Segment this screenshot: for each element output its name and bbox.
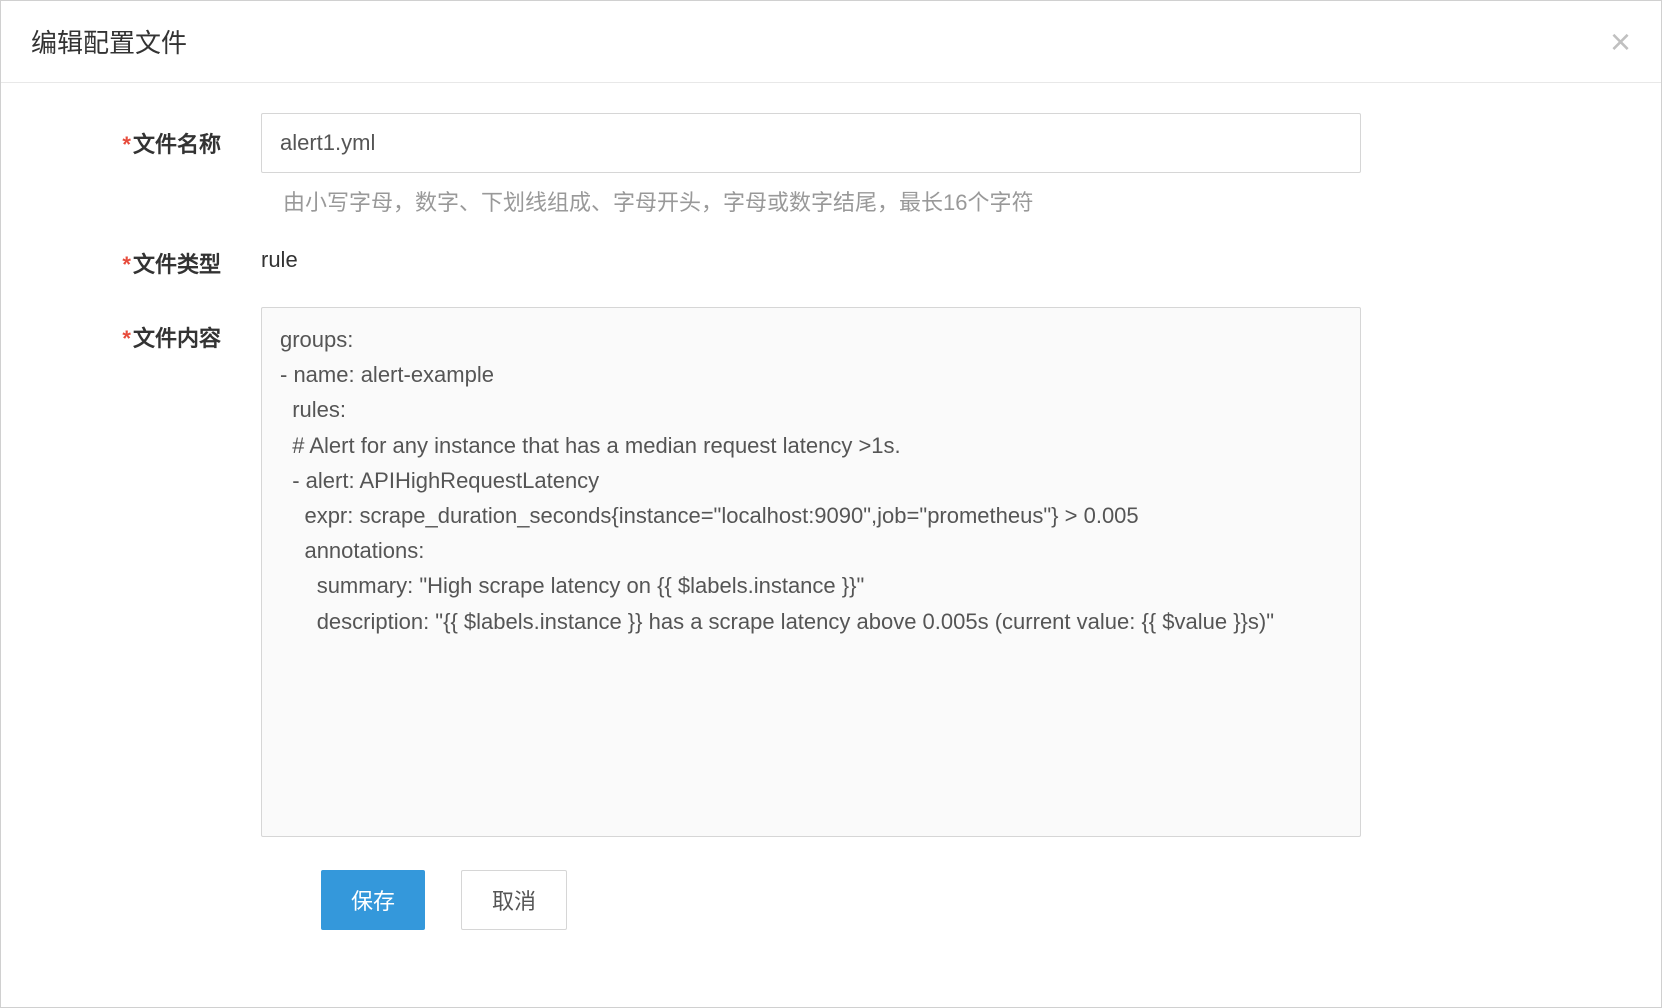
filecontent-row: *文件内容 groups: - name: alert-example rule…	[31, 307, 1631, 842]
filetype-row: *文件类型 rule	[31, 245, 1631, 279]
modal-body: *文件名称 由小写字母，数字、下划线组成、字母开头，字母或数字结尾，最长16个字…	[1, 83, 1661, 1007]
filetype-label: *文件类型	[31, 245, 261, 279]
modal-header: 编辑配置文件 ×	[1, 1, 1661, 83]
button-row: 保存 取消	[31, 870, 1631, 930]
filename-label: *文件名称	[31, 113, 261, 217]
filecontent-textarea[interactable]: groups: - name: alert-example rules: # A…	[261, 307, 1361, 837]
filename-help: 由小写字母，数字、下划线组成、字母开头，字母或数字结尾，最长16个字符	[261, 185, 1361, 217]
filecontent-label: *文件内容	[31, 307, 261, 842]
close-icon[interactable]: ×	[1610, 24, 1631, 60]
modal-title: 编辑配置文件	[31, 23, 187, 60]
filetype-value: rule	[261, 245, 1361, 273]
save-button[interactable]: 保存	[321, 870, 425, 930]
cancel-button[interactable]: 取消	[461, 870, 567, 930]
filecontent-control: groups: - name: alert-example rules: # A…	[261, 307, 1361, 842]
filetype-control: rule	[261, 245, 1361, 279]
filename-input[interactable]	[261, 113, 1361, 173]
edit-config-modal: 编辑配置文件 × *文件名称 由小写字母，数字、下划线组成、字母开头，字母或数字…	[0, 0, 1662, 1008]
filename-control: 由小写字母，数字、下划线组成、字母开头，字母或数字结尾，最长16个字符	[261, 113, 1361, 217]
filename-row: *文件名称 由小写字母，数字、下划线组成、字母开头，字母或数字结尾，最长16个字…	[31, 113, 1631, 217]
